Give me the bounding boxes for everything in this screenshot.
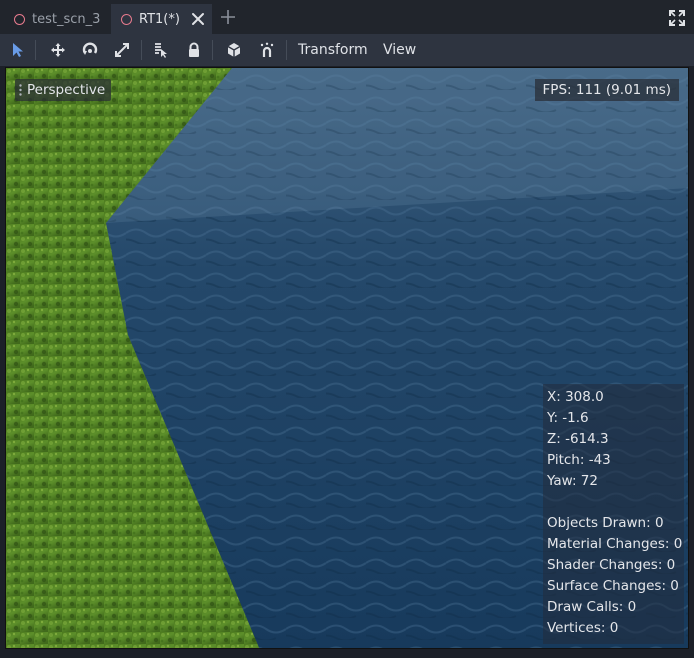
stat-yaw: Yaw: 72 — [547, 473, 598, 489]
viewport-toolbar: Transform View — [0, 34, 694, 66]
tab-label: RT1(*) — [139, 11, 180, 27]
toolbar-separator — [212, 40, 213, 60]
scale-mode-button[interactable] — [111, 39, 133, 61]
scene-icon — [121, 13, 132, 25]
snap-icon — [260, 42, 274, 57]
tab-label: test_scn_3 — [32, 11, 101, 27]
stat-objects-drawn: Objects Drawn: 0 — [547, 515, 664, 531]
rotate-icon — [82, 42, 98, 55]
move-mode-button[interactable] — [47, 39, 69, 61]
3d-viewport[interactable]: Perspective FPS: 111 (9.01 ms) X: 308.0 … — [5, 67, 689, 649]
toolbar-separator — [35, 40, 36, 60]
lock-button[interactable] — [183, 39, 205, 61]
stat-y: Y: -1.6 — [547, 410, 589, 426]
local-space-button[interactable] — [223, 39, 245, 61]
tab-test-scn-3[interactable]: test_scn_3 — [6, 4, 108, 34]
fps-readout: FPS: 111 (9.01 ms) — [534, 79, 679, 101]
toolbar-separator — [141, 40, 142, 60]
lock-icon — [189, 42, 199, 57]
view-menu[interactable]: View — [383, 42, 416, 58]
select-mode-button[interactable] — [7, 39, 29, 61]
menu-dots-icon — [19, 84, 22, 96]
stat-z: Z: -614.3 — [547, 431, 609, 447]
snap-button[interactable] — [256, 39, 278, 61]
scene-icon — [14, 13, 25, 25]
stat-shader-changes: Shader Changes: 0 — [547, 557, 676, 573]
stat-x: X: 308.0 — [547, 389, 604, 405]
list-select-button[interactable] — [150, 39, 172, 61]
close-icon[interactable] — [190, 11, 206, 27]
cube-icon — [227, 43, 241, 57]
add-tab-icon[interactable] — [220, 9, 236, 25]
transform-menu[interactable]: Transform — [298, 42, 368, 58]
fullscreen-icon[interactable] — [669, 10, 685, 26]
perspective-label: Perspective — [27, 82, 106, 98]
stat-surface-changes: Surface Changes: 0 — [547, 578, 679, 594]
select-arrow-icon — [13, 43, 23, 57]
scale-icon — [115, 43, 129, 57]
stat-draw-calls: Draw Calls: 0 — [547, 599, 637, 615]
scene-tab-bar: test_scn_3 RT1(*) — [0, 0, 694, 34]
list-select-icon — [155, 43, 167, 58]
toolbar-separator — [286, 40, 287, 60]
stat-material-changes: Material Changes: 0 — [547, 536, 683, 552]
stat-gap — [547, 492, 680, 513]
move-icon — [51, 43, 65, 57]
perspective-menu[interactable]: Perspective — [15, 79, 112, 101]
stat-pitch: Pitch: -43 — [547, 452, 611, 468]
rotate-mode-button[interactable] — [79, 39, 101, 61]
stat-vertices: Vertices: 0 — [547, 620, 619, 636]
tab-rt1[interactable]: RT1(*) — [111, 4, 212, 34]
viewport-stats-panel: X: 308.0 Y: -1.6 Z: -614.3 Pitch: -43 Ya… — [543, 384, 684, 644]
